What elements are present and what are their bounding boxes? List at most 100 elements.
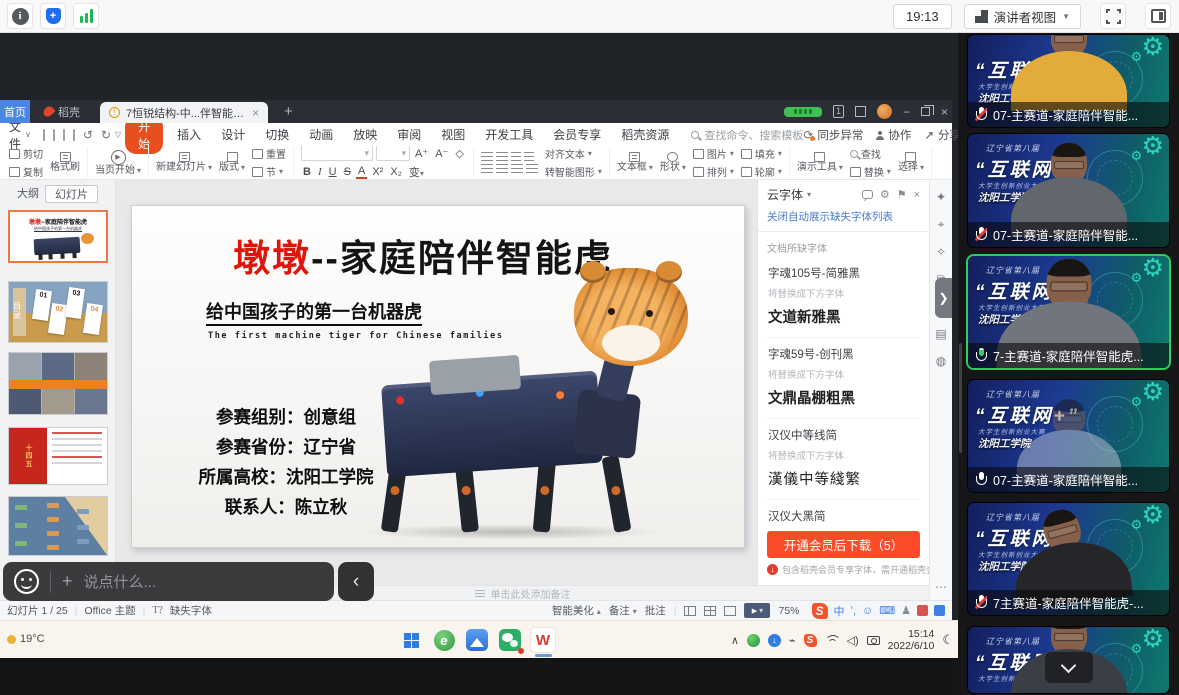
pin-icon[interactable]: ⚑	[897, 188, 907, 201]
emoji-icon[interactable]	[14, 569, 39, 594]
taskbar-clock[interactable]: 15:14 2022/6/10	[888, 628, 935, 652]
adjust-tool-icon[interactable]: ⌖	[938, 217, 945, 232]
ribbon-tab-transition[interactable]: 切换	[255, 126, 299, 143]
restore-icon[interactable]	[921, 107, 930, 116]
mic-muted-icon[interactable]	[975, 227, 987, 242]
shapes-button[interactable]: 形状▾	[660, 152, 686, 173]
close-tab-icon[interactable]: ×	[252, 106, 259, 120]
mic-on-icon[interactable]	[975, 472, 987, 487]
tab-slides[interactable]: 幻灯片	[45, 185, 98, 203]
missing-fonts-status[interactable]: 缺失字体	[170, 603, 212, 618]
zoom-level[interactable]: 75%	[778, 605, 799, 617]
align-text-button[interactable]: 对齐文本▾	[545, 146, 602, 161]
scroll-participants-down-button[interactable]	[1045, 652, 1093, 683]
participant-tile-5[interactable]: 辽宁省第八届 “互联网+” 大学生创新创业大赛 沈阳工学院 ⚙ 7主赛道-家庭陪…	[968, 503, 1169, 615]
wifi-icon[interactable]	[825, 635, 839, 646]
indent-increase-icon[interactable]	[524, 152, 534, 161]
share-button[interactable]: ↗分享	[924, 127, 961, 143]
ribbon-tab-review[interactable]: 审阅	[387, 126, 431, 143]
volume-icon[interactable]: ◁)	[847, 634, 859, 647]
taskbar-cloud-app[interactable]	[464, 627, 490, 653]
download-tray-icon[interactable]: ↓	[768, 634, 781, 647]
ime-toolbox-icon[interactable]	[934, 605, 945, 616]
disable-font-list-link[interactable]: 关闭自动展示缺失字体列表	[758, 208, 929, 232]
more-tools-icon[interactable]: ⋯	[935, 580, 947, 600]
fullscreen-button[interactable]	[1100, 3, 1126, 29]
arrange-button[interactable]: 排列▾	[693, 164, 734, 179]
font-card[interactable]: 字魂105号-简雅黑 将替换成下方字体 文道新雅黑	[767, 257, 920, 338]
format-painter-button[interactable]: 格式刷	[50, 152, 80, 173]
font-card[interactable]: 汉仪大黑简 将替换成下方字体 兰米大黑	[767, 500, 920, 526]
new-tab-button[interactable]: +	[284, 103, 293, 123]
sidebar-scrollbar[interactable]	[959, 343, 962, 453]
ribbon-tab-view[interactable]: 视图	[431, 126, 475, 143]
sync-status[interactable]: ⟳同步异常	[803, 127, 863, 143]
align-right-icon[interactable]	[511, 164, 523, 173]
clear-format-button[interactable]: ◇	[453, 147, 465, 160]
sorter-view-icon[interactable]	[704, 606, 716, 616]
slideshow-play-button[interactable]: ▶▾	[744, 603, 770, 618]
undo-icon[interactable]: ↺	[83, 128, 93, 142]
layout-button[interactable]: 版式▾	[219, 152, 245, 173]
preview-icon[interactable]	[73, 129, 75, 141]
chat-input[interactable]: 说点什么...	[84, 571, 157, 592]
subscript-button[interactable]: X₂	[388, 166, 404, 178]
font-size-select[interactable]: ▾	[376, 146, 410, 161]
ribbon-tab-slideshow[interactable]: 放映	[343, 126, 387, 143]
theme-name[interactable]: Office 主题	[84, 603, 135, 618]
view-mode-selector[interactable]: 演讲者视图 ▼	[964, 4, 1081, 29]
weather-widget[interactable]: 19°C	[7, 633, 45, 645]
close-panel-icon[interactable]: ×	[914, 189, 920, 201]
gear-icon[interactable]: ⚙	[880, 188, 890, 201]
reset-button[interactable]: 重置	[252, 146, 286, 161]
slide-thumb-5[interactable]	[8, 496, 108, 556]
ribbon-tab-docer-res[interactable]: 稻壳资源	[611, 126, 679, 143]
chevron-down-icon[interactable]: ▾	[807, 190, 811, 199]
download-fonts-button[interactable]: 开通会员后下载（5）	[767, 531, 920, 558]
numbered-list-icon[interactable]	[496, 152, 508, 161]
tab-outline[interactable]: 大纲	[17, 185, 39, 203]
participant-tile-3-speaking[interactable]: 辽宁省第八届 “互联网+” 大学生创新创业大赛 沈阳工学院 ⚙ 7-主赛道-家庭…	[968, 256, 1169, 368]
chat-collapse-button[interactable]: ‹	[338, 562, 374, 601]
chat-overlay[interactable]: + 说点什么...	[3, 562, 334, 601]
wps-account-avatar[interactable]	[877, 104, 892, 119]
align-left-icon[interactable]	[481, 164, 493, 173]
meeting-security-button[interactable]: +	[40, 3, 66, 29]
ime-person-icon[interactable]: ♟	[901, 604, 911, 617]
play-from-current-button[interactable]: ▶当页开始▾	[95, 150, 141, 176]
ribbon-tab-member[interactable]: 会员专享	[543, 126, 611, 143]
slide-thumb-3[interactable]	[8, 352, 108, 415]
save-icon[interactable]	[43, 129, 45, 141]
new-slide-button[interactable]: 新建幻灯片▾	[156, 152, 212, 173]
meeting-info-button[interactable]: i	[7, 3, 33, 29]
ime-emoji-icon[interactable]: ☺	[862, 605, 873, 617]
comments-button[interactable]: 批注	[645, 603, 666, 618]
ribbon-tab-devtools[interactable]: 开发工具	[475, 126, 543, 143]
copy-button[interactable]: 复制	[9, 164, 43, 179]
font-card[interactable]: 汉仪中等线简 将替换成下方字体 漢儀中等綫繁	[767, 419, 920, 500]
close-window-icon[interactable]: ×	[941, 106, 948, 118]
increase-font-button[interactable]: A⁺	[413, 147, 430, 160]
textbox-button[interactable]: 文本框▾	[617, 152, 653, 173]
select-button[interactable]: 选择▾	[898, 152, 924, 173]
smart-graphic-button[interactable]: 转智能图形▾	[545, 164, 602, 179]
replace-button[interactable]: 替换▾	[850, 164, 891, 179]
participant-tile-1[interactable]: “互联网+” 大学生创新创业大赛 沈阳工学院 ⚙ 07-主赛道-家庭陪伴智能..…	[968, 35, 1169, 127]
slide-editor[interactable]: 墩墩--家庭陪伴智能虎 给中国孩子的第一台机器虎 The first machi…	[131, 205, 745, 548]
align-center-icon[interactable]	[496, 164, 508, 173]
slide-canvas[interactable]: 墩墩--家庭陪伴智能虎 给中国孩子的第一台机器虎 The first machi…	[116, 180, 765, 585]
beautify-tool-icon[interactable]: ✦	[936, 190, 946, 204]
camera-tray-icon[interactable]	[867, 636, 880, 645]
justify-icon[interactable]	[526, 164, 538, 173]
taskbar-wps-active[interactable]: W	[530, 627, 556, 653]
outline-button[interactable]: 轮廓▾	[741, 164, 782, 179]
fill-button[interactable]: 填充▾	[741, 146, 782, 161]
redo-icon[interactable]: ↻	[101, 128, 111, 142]
font-name-select[interactable]: ▾	[301, 146, 373, 161]
ribbon-tab-design[interactable]: 设计	[211, 126, 255, 143]
text-effect-button[interactable]: 变▾	[407, 164, 426, 180]
strikethrough-button[interactable]: S	[342, 166, 353, 178]
minimize-icon[interactable]: −	[903, 106, 910, 118]
tab-document[interactable]: ! 7恒锐结构-中...伴智能虎-墩墩 ×	[100, 102, 268, 123]
slide-thumb-1-selected[interactable]: 墩墩--家庭陪伴智能虎 给中国孩子的第一台机器虎	[8, 210, 108, 263]
